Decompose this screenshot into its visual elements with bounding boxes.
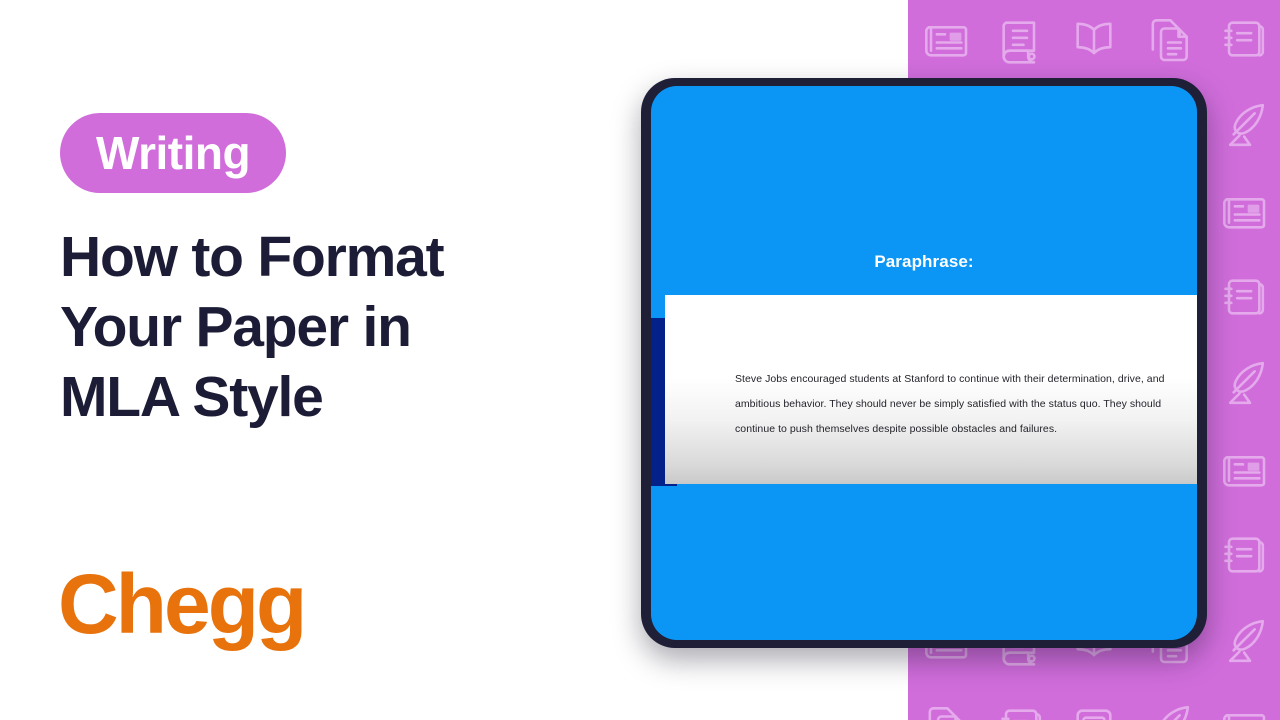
page-title-line-2: Your Paper in — [60, 295, 412, 359]
open-book-icon — [1066, 11, 1122, 67]
quill-icon — [1215, 97, 1271, 153]
newspaper-icon — [1215, 441, 1271, 497]
document-copy-icon — [917, 699, 973, 720]
notebook-icon — [1215, 269, 1271, 325]
notebook-icon — [1215, 11, 1271, 67]
paraphrase-heading: Paraphrase: — [874, 252, 974, 271]
quill-icon — [1215, 355, 1271, 411]
scroll-icon — [992, 11, 1048, 67]
quill-icon — [1215, 613, 1271, 669]
video-thumbnail: Writing How to Format Your Paper in MLA … — [0, 0, 1280, 720]
page-title: How to Format Your Paper in MLA Style — [60, 222, 530, 432]
page-title-line-1: How to Format — [60, 225, 445, 289]
chat-bubble-icon — [1066, 699, 1122, 720]
category-badge: Writing — [60, 113, 287, 193]
page-title-line-3: MLA Style — [60, 365, 324, 429]
newspaper-icon — [917, 11, 973, 67]
chegg-logo: Chegg — [58, 557, 307, 651]
notebook-icon — [992, 699, 1048, 720]
paraphrase-body-text: Steve Jobs encouraged students at Stanfo… — [735, 373, 1165, 435]
paraphrase-card: Steve Jobs encouraged students at Stanfo… — [665, 295, 1197, 484]
device-frame: Paraphrase: Steve Jobs encouraged studen… — [641, 78, 1207, 648]
notebook-icon — [1215, 527, 1271, 583]
category-badge-label: Writing — [96, 127, 251, 179]
document-copy-icon — [1140, 11, 1196, 67]
newspaper-icon — [1215, 699, 1271, 720]
quill-icon — [1140, 699, 1196, 720]
newspaper-icon — [1215, 183, 1271, 239]
device-screen: Paraphrase: Steve Jobs encouraged studen… — [651, 86, 1197, 640]
